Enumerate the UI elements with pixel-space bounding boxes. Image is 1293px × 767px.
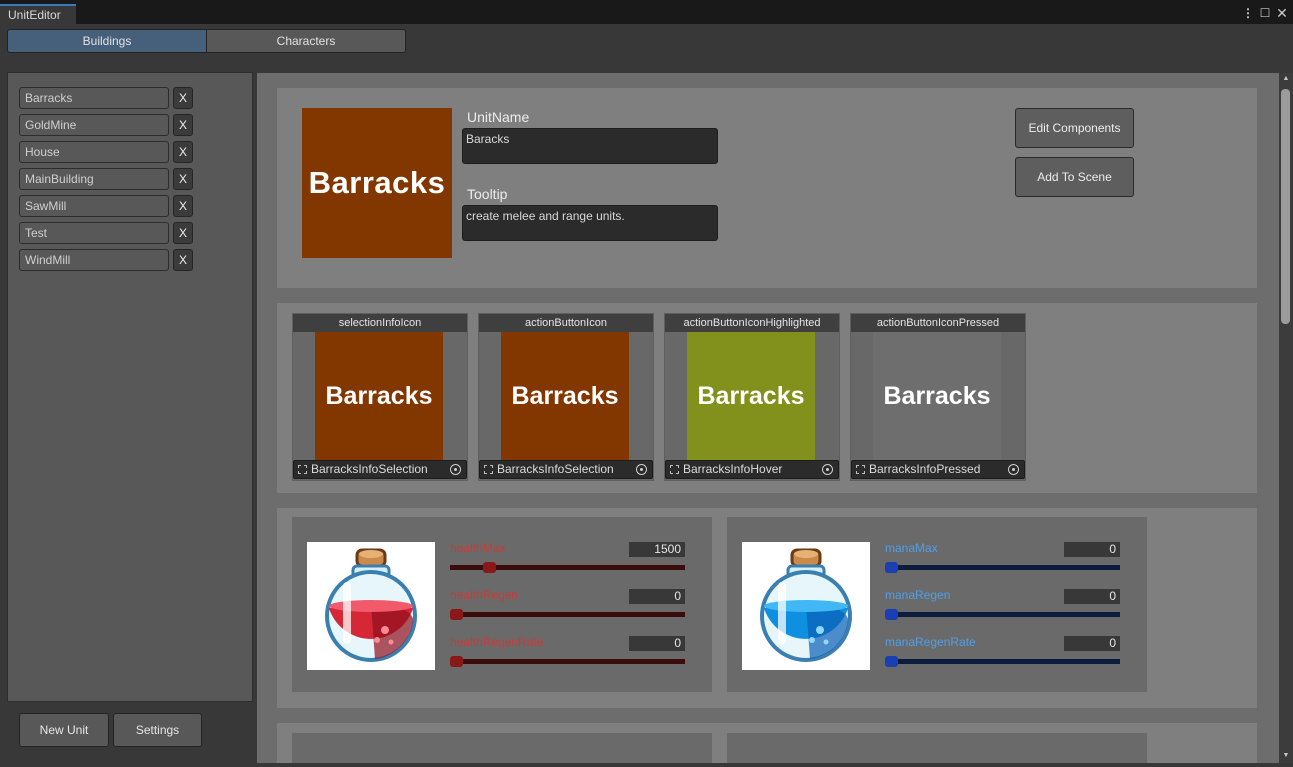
building-item-mainbuilding[interactable]: MainBuilding: [19, 168, 169, 190]
object-picker-icon[interactable]: [1008, 464, 1019, 475]
window-tab[interactable]: UnitEditor: [0, 4, 76, 25]
icon-slot-title: actionButtonIconPressed: [851, 314, 1025, 332]
icon-slot-title: actionButtonIconHighlighted: [665, 314, 839, 332]
health-max-label: healthMax: [450, 541, 506, 555]
icon-slot-image: Barracks: [501, 332, 629, 460]
sprite-field-value: BarracksInfoHover: [683, 462, 783, 476]
building-item-house[interactable]: House: [19, 141, 169, 163]
object-picker-icon[interactable]: [636, 464, 647, 475]
health-max-slider-handle[interactable]: [483, 562, 496, 573]
building-item-barracks[interactable]: Barracks: [19, 87, 169, 109]
health-regen-rate-slider[interactable]: [450, 659, 685, 664]
sprite-field[interactable]: BarracksInfoSelection: [293, 460, 467, 479]
mana-regen-rate-value[interactable]: 0: [1064, 636, 1120, 651]
building-item-goldmine[interactable]: GoldMine: [19, 114, 169, 136]
mana-regen-slider-handle[interactable]: [885, 609, 898, 620]
mana-regen-rate-slider[interactable]: [885, 659, 1120, 664]
mana-regen-rate-slider-handle[interactable]: [885, 656, 898, 667]
sprite-field[interactable]: BarracksInfoPressed: [851, 460, 1025, 479]
scroll-thumb[interactable]: [1281, 89, 1290, 324]
sprite-asset-icon: [856, 465, 865, 474]
building-list-panel: [7, 72, 253, 702]
next-stats-box-left: [292, 733, 712, 763]
sprite-field-value: BarracksInfoSelection: [497, 462, 614, 476]
building-item-sawmill[interactable]: SawMill: [19, 195, 169, 217]
tooltip-label: Tooltip: [467, 186, 508, 202]
sprite-field-value: BarracksInfoSelection: [311, 462, 428, 476]
remove-windmill-button[interactable]: X: [173, 249, 193, 271]
building-item-windmill[interactable]: WindMill: [19, 249, 169, 271]
mana-max-value[interactable]: 0: [1064, 542, 1120, 557]
health-regen-rate-label: healthRegenRate: [450, 635, 544, 649]
health-regen-slider-handle[interactable]: [450, 609, 463, 620]
settings-button[interactable]: Settings: [113, 713, 202, 747]
mana-max-slider[interactable]: [885, 565, 1120, 570]
health-max-value[interactable]: 1500: [629, 542, 685, 557]
mana-regen-label: manaRegen: [885, 588, 951, 602]
health-potion-image: [307, 542, 435, 670]
tab-buildings[interactable]: Buildings: [7, 29, 207, 53]
unit-preview-image: Barracks: [302, 108, 452, 258]
health-regen-rate-value[interactable]: 0: [629, 636, 685, 651]
icon-slot-action-button: actionButtonIcon Barracks BarracksInfoSe…: [478, 313, 654, 481]
vertical-scrollbar[interactable]: ▲ ▼: [1279, 73, 1293, 763]
mana-regen-rate-label: manaRegenRate: [885, 635, 976, 649]
scroll-down-icon[interactable]: ▼: [1279, 752, 1293, 759]
icon-slot-title: actionButtonIcon: [479, 314, 653, 332]
mana-regen-slider[interactable]: [885, 612, 1120, 617]
remove-mainbuilding-button[interactable]: X: [173, 168, 193, 190]
object-picker-icon[interactable]: [450, 464, 461, 475]
health-regen-value[interactable]: 0: [629, 589, 685, 604]
health-regen-label: healthRegen: [450, 588, 519, 602]
icon-slot-action-button-highlighted: actionButtonIconHighlighted Barracks Bar…: [664, 313, 840, 481]
icon-slot-action-button-pressed: actionButtonIconPressed Barracks Barrack…: [850, 313, 1026, 481]
window-title-bar: [0, 5, 1293, 24]
maximize-icon[interactable]: ☐: [1258, 6, 1272, 20]
icon-slot-image: Barracks: [687, 332, 815, 460]
sprite-field-value: BarracksInfoPressed: [869, 462, 981, 476]
remove-sawmill-button[interactable]: X: [173, 195, 193, 217]
icon-slot-title: selectionInfoIcon: [293, 314, 467, 332]
mana-max-slider-handle[interactable]: [885, 562, 898, 573]
tooltip-field[interactable]: create melee and range units.: [462, 205, 718, 241]
remove-house-button[interactable]: X: [173, 141, 193, 163]
health-regen-rate-slider-handle[interactable]: [450, 656, 463, 667]
building-item-test[interactable]: Test: [19, 222, 169, 244]
icon-slot-image: Barracks: [315, 332, 443, 460]
sprite-field[interactable]: BarracksInfoHover: [665, 460, 839, 479]
object-picker-icon[interactable]: [822, 464, 833, 475]
sprite-field[interactable]: BarracksInfoSelection: [479, 460, 653, 479]
remove-goldmine-button[interactable]: X: [173, 114, 193, 136]
sprite-asset-icon: [484, 465, 493, 474]
edit-components-button[interactable]: Edit Components: [1015, 108, 1134, 148]
health-regen-slider[interactable]: [450, 612, 685, 617]
close-icon[interactable]: ✕: [1275, 6, 1289, 20]
mana-max-label: manaMax: [885, 541, 938, 555]
add-to-scene-button[interactable]: Add To Scene: [1015, 157, 1134, 197]
mana-regen-value[interactable]: 0: [1064, 589, 1120, 604]
scroll-up-icon[interactable]: ▲: [1279, 75, 1293, 82]
window-menu-icon[interactable]: ⋮: [1241, 6, 1255, 20]
icon-slot-image: Barracks: [873, 332, 1001, 460]
remove-test-button[interactable]: X: [173, 222, 193, 244]
sprite-asset-icon: [298, 465, 307, 474]
tab-characters[interactable]: Characters: [206, 29, 406, 53]
remove-barracks-button[interactable]: X: [173, 87, 193, 109]
unit-name-label: UnitName: [467, 109, 530, 125]
icon-slot-selection-info: selectionInfoIcon Barracks BarracksInfoS…: [292, 313, 468, 481]
mana-potion-image: [742, 542, 870, 670]
next-stats-box-right: [727, 733, 1147, 763]
new-unit-button[interactable]: New Unit: [19, 713, 109, 747]
sprite-asset-icon: [670, 465, 679, 474]
unit-name-field[interactable]: Baracks: [462, 128, 718, 164]
